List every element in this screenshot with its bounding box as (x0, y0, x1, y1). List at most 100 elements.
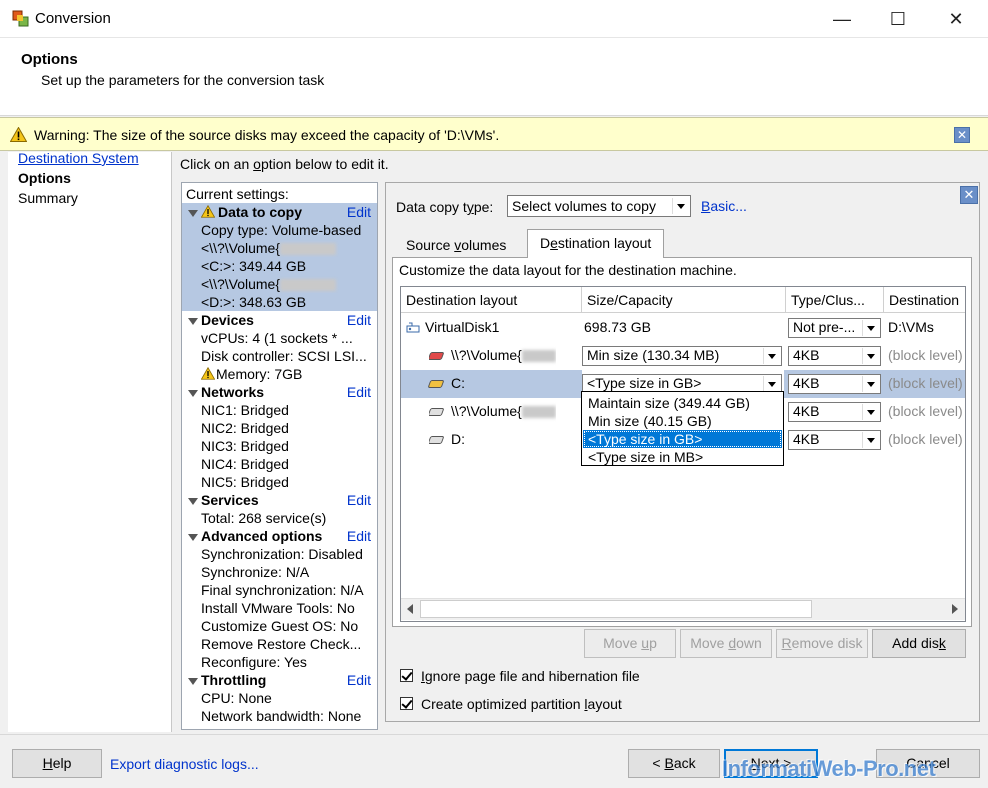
maximize-button[interactable]: ☐ (870, 0, 926, 38)
nav-item-options[interactable]: Options (18, 170, 71, 186)
ignore-pagefile-checkbox[interactable] (400, 669, 413, 682)
scrollbar-thumb[interactable] (420, 600, 812, 618)
chevron-down-icon[interactable] (862, 348, 878, 364)
table-row[interactable]: \\?\Volume{ Min size (130.34 MB) 4KB (bl… (401, 342, 965, 370)
settings-section-networks[interactable]: Networks Edit (182, 383, 377, 401)
edit-link[interactable]: Edit (347, 491, 371, 509)
destination-cell: (block level) (888, 431, 963, 447)
column-header[interactable]: Type/Clus... (786, 287, 884, 313)
app-icon (12, 10, 29, 27)
chevron-down-icon[interactable] (763, 348, 779, 364)
settings-section-advanced-options[interactable]: Advanced options Edit (182, 527, 377, 545)
page-subtitle: Set up the parameters for the conversion… (41, 72, 325, 88)
add-disk-button[interactable]: Add disk (872, 629, 966, 658)
settings-title: Current settings: (186, 186, 289, 202)
dropdown-option[interactable]: Min size (40.15 GB) (583, 412, 782, 430)
settings-section-data-to-copy[interactable]: Data to copy Edit (182, 203, 377, 221)
cluster-size-select[interactable]: 4KB (788, 374, 881, 394)
edit-link[interactable]: Edit (347, 527, 371, 545)
dropdown-option[interactable]: <Type size in MB> (583, 448, 782, 466)
chevron-down-icon[interactable] (862, 432, 878, 448)
edit-link[interactable]: Edit (347, 203, 371, 221)
chevron-down-icon[interactable] (672, 198, 688, 214)
column-header[interactable]: Destination (884, 287, 965, 313)
settings-section-devices[interactable]: Devices Edit (182, 311, 377, 329)
size-cell: 698.73 GB (584, 319, 651, 335)
ignore-pagefile-label[interactable]: Ignore page file and hibernation file (421, 668, 640, 684)
setting-line: NIC5: Bridged (201, 474, 289, 490)
minimize-button[interactable]: — (814, 0, 870, 38)
cluster-size-select[interactable]: 4KB (788, 402, 881, 422)
column-header[interactable]: Destination layout (401, 287, 582, 313)
setting-line: Copy type: Volume-based (182, 221, 377, 239)
edit-link[interactable]: Edit (347, 311, 371, 329)
chevron-down-icon[interactable] (862, 404, 878, 420)
chevron-down-icon[interactable] (862, 376, 878, 392)
settings-section-throttling[interactable]: Throttling Edit (182, 671, 377, 689)
close-window-button[interactable]: ✕ (928, 0, 984, 38)
volume-icon (427, 380, 445, 389)
close-icon[interactable]: ✕ (960, 186, 978, 204)
optimized-layout-checkbox[interactable] (400, 697, 413, 710)
edit-link[interactable]: Edit (347, 383, 371, 401)
move-down-button[interactable]: Move down (680, 629, 772, 658)
size-select[interactable]: Min size (130.34 MB) (582, 346, 782, 366)
collapse-icon[interactable] (188, 533, 198, 541)
remove-disk-button[interactable]: Remove disk (776, 629, 868, 658)
basic-link[interactable]: Basic... (701, 198, 747, 214)
collapse-icon[interactable] (188, 317, 198, 325)
back-button[interactable]: < Back (628, 749, 720, 778)
section-name: Data to copy (218, 204, 303, 220)
collapse-icon[interactable] (188, 389, 198, 397)
setting-line: Synchronization: Disabled (201, 546, 363, 562)
column-header[interactable]: Size/Capacity (582, 287, 786, 313)
edit-link[interactable]: Edit (347, 671, 371, 689)
tab-source-volumes[interactable]: Source volumes (394, 232, 518, 258)
optimized-layout-label[interactable]: Create optimized partition layout (421, 696, 622, 712)
settings-section-services[interactable]: Services Edit (182, 491, 377, 509)
setting-line: Customize Guest OS: No (201, 618, 359, 634)
cluster-size-select[interactable]: 4KB (788, 346, 881, 366)
chevron-down-icon[interactable] (862, 320, 878, 336)
scroll-left-icon[interactable] (407, 604, 413, 614)
setting-line: Total: 268 service(s) (201, 510, 327, 526)
size-dropdown-list[interactable]: Maintain size (349.44 GB) Min size (40.1… (581, 391, 784, 466)
wizard-header: Options Set up the parameters for the co… (0, 38, 988, 116)
wizard-steps-nav: Destination System Options Summary (8, 150, 172, 732)
nav-item-destination-system[interactable]: Destination System (18, 150, 139, 166)
destination-cell: D:\VMs (888, 319, 934, 335)
warning-icon (200, 366, 216, 380)
destination-cell: (block level) (888, 403, 963, 419)
chevron-down-icon[interactable] (763, 376, 779, 392)
warning-icon (10, 127, 27, 142)
export-logs-link[interactable]: Export diagnostic logs... (110, 756, 259, 772)
cluster-size-select[interactable]: 4KB (788, 430, 881, 450)
tab-destination-layout[interactable]: Destination layout (527, 229, 665, 258)
help-button[interactable]: Help (12, 749, 102, 778)
row-name-cell: D: (429, 426, 465, 454)
dropdown-option[interactable]: Maintain size (349.44 GB) (583, 394, 782, 412)
current-settings-panel[interactable]: Current settings: Data to copy Edit Copy… (181, 182, 378, 730)
setting-line: <D:>: 348.63 GB (182, 293, 377, 311)
setting-line: Memory: 7GB (182, 365, 377, 383)
nav-item-summary[interactable]: Summary (18, 190, 78, 206)
virtual-disk-icon (406, 322, 420, 333)
setting-line: Synchronize: N/A (201, 564, 310, 580)
data-copy-type-select[interactable]: Select volumes to copy (507, 195, 691, 217)
collapse-icon[interactable] (188, 209, 198, 217)
scroll-right-icon[interactable] (952, 604, 958, 614)
setting-line: Reconfigure: Yes (201, 654, 307, 670)
collapse-icon[interactable] (188, 497, 198, 505)
type-select[interactable]: Not pre-... (788, 318, 881, 338)
warning-bar: Warning: The size of the source disks ma… (0, 117, 988, 151)
move-up-button[interactable]: Move up (584, 629, 676, 658)
dropdown-option-selected[interactable]: <Type size in GB> (583, 430, 782, 448)
warning-text: Warning: The size of the source disks ma… (34, 127, 500, 143)
destination-cell: (block level) (888, 347, 963, 363)
setting-line: <\\?\Volume{ (182, 239, 377, 257)
collapse-icon[interactable] (188, 677, 198, 685)
setting-line: <C:>: 349.44 GB (182, 257, 377, 275)
table-row[interactable]: VirtualDisk1 698.73 GB Not pre-... D:\VM… (401, 314, 965, 342)
close-icon[interactable]: ✕ (954, 127, 970, 143)
setting-line: Final synchronization: N/A (201, 582, 364, 598)
